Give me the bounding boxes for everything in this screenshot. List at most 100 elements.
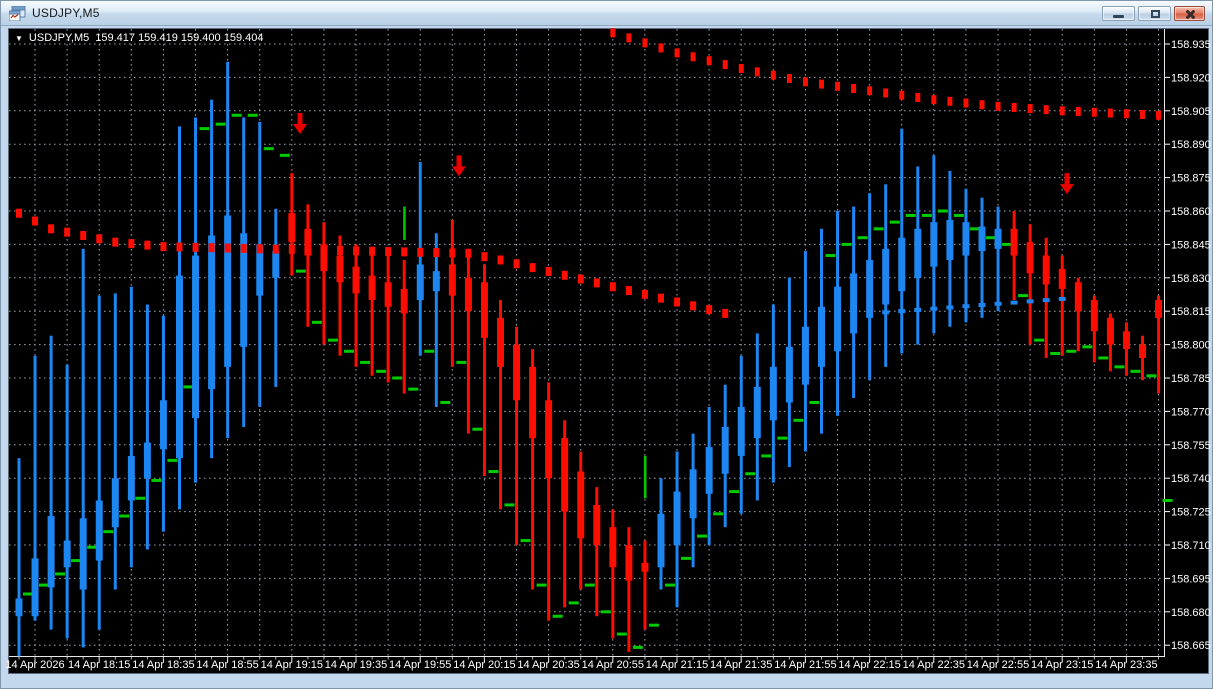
time-axis-label: 14 Apr 18:15	[68, 659, 130, 671]
upper-stop-line-dot	[642, 38, 647, 47]
time-axis-label: 14 Apr 19:35	[325, 659, 387, 671]
upper-stop-line-dot	[915, 93, 920, 102]
mid-stop-line-dot	[385, 247, 391, 256]
candle-wick-bull	[997, 207, 1000, 312]
upper-stop-line-dot	[803, 77, 808, 86]
candle-body-bull	[722, 427, 729, 474]
candle-body-bull	[786, 347, 793, 403]
step-indicator-mark	[39, 584, 49, 587]
candle-body-bear	[593, 505, 600, 545]
step-indicator-mark	[1098, 356, 1108, 359]
upper-stop-line-dot	[771, 71, 776, 80]
upper-stop-line-dot	[707, 56, 712, 65]
candle-body-bear	[1139, 345, 1146, 358]
lower-support-line-dot	[914, 308, 921, 312]
candle-wick-bull	[419, 162, 422, 356]
mid-stop-line-dot	[433, 248, 439, 257]
upper-stop-line-dot	[947, 97, 952, 106]
time-axis-label: 14 Apr 2026	[5, 659, 64, 671]
mid-stop-line-dot	[128, 239, 134, 248]
step-indicator-mark	[697, 535, 707, 538]
candle-body-bull	[224, 215, 231, 366]
mid-stop-line-dot	[289, 245, 295, 254]
time-axis-label: 14 Apr 22:15	[838, 659, 900, 671]
candle-wick-bear	[355, 244, 358, 366]
candle-body-bull	[64, 541, 71, 568]
lower-support-line-dot	[979, 303, 986, 307]
step-indicator-mark	[328, 339, 338, 342]
candle-wick-bull	[114, 293, 117, 589]
candle-wick-bull	[964, 189, 967, 323]
lower-support-line-dot	[995, 302, 1002, 306]
step-indicator-mark	[537, 584, 547, 587]
step-indicator-mark	[1018, 294, 1028, 297]
mid-stop-line-dot	[530, 263, 536, 272]
candle-body-bear	[1123, 331, 1130, 349]
step-indicator-mark	[424, 350, 434, 353]
candle-body-bear	[1155, 300, 1162, 318]
candle-body-bull	[272, 251, 279, 278]
info-ohlc-values: 159.417 159.419 159.400 159.404	[95, 32, 263, 44]
mid-stop-line-dot	[465, 249, 471, 258]
candle-body-bear	[369, 276, 376, 300]
candle-body-bear	[545, 400, 552, 478]
upper-stop-line-dot	[1092, 108, 1097, 117]
upper-stop-line-dot	[883, 88, 888, 97]
time-axis-label: 14 Apr 19:15	[261, 659, 323, 671]
price-axis-label: 158.920	[1171, 72, 1211, 84]
mid-stop-line-dot	[48, 224, 54, 233]
lower-support-line-dot	[1011, 301, 1018, 305]
step-indicator-mark	[874, 227, 884, 230]
lower-support-line-dot	[930, 307, 937, 311]
chart-canvas[interactable]: ▼ USDJPY,M5 159.417 159.419 159.400 159.…	[8, 28, 1209, 674]
upper-stop-line-dot	[899, 91, 904, 100]
time-axis-label: 14 Apr 18:55	[196, 659, 258, 671]
candle-body-bear	[465, 278, 472, 311]
candle-body-bull	[834, 287, 841, 352]
candle-body-bull	[979, 227, 986, 251]
price-axis-label: 158.680	[1171, 607, 1211, 619]
candle-body-bull	[112, 478, 119, 527]
mid-stop-line-dot	[321, 246, 327, 255]
mid-stop-line-dot	[32, 217, 38, 226]
step-indicator-mark	[296, 270, 306, 273]
sell-signal-arrow-icon	[1060, 173, 1074, 194]
time-axis-label: 14 Apr 20:15	[453, 659, 515, 671]
mid-stop-line-dot	[417, 248, 423, 257]
step-indicator-mark	[456, 361, 466, 364]
mid-stop-line-dot	[112, 238, 118, 247]
candle-wick-bull	[18, 458, 21, 656]
step-indicator-mark	[264, 147, 274, 150]
step-indicator-mark	[1163, 499, 1173, 502]
step-indicator-mark	[167, 459, 177, 462]
time-axis-label: 14 Apr 23:35	[1095, 659, 1157, 671]
candle-body-bear	[1107, 318, 1114, 345]
step-indicator-mark	[232, 114, 242, 117]
step-indicator-mark	[1002, 243, 1012, 246]
candle-body-bull	[738, 407, 745, 456]
candle-wick-bull	[146, 305, 149, 550]
candle-body-bull	[176, 276, 183, 459]
upper-stop-line-dot	[610, 28, 615, 37]
mid-stop-line-dot	[690, 301, 696, 310]
step-indicator-mark	[665, 584, 675, 587]
mid-stop-line-dot	[209, 243, 215, 252]
step-indicator-mark	[922, 214, 932, 217]
candle-body-bull	[898, 238, 905, 291]
upper-stop-line-dot	[1124, 109, 1129, 118]
candle-body-bull	[946, 220, 953, 260]
upper-stop-line-dot	[739, 64, 744, 73]
candle-body-bear	[625, 545, 632, 581]
price-axis-label: 158.665	[1171, 640, 1211, 652]
candle-body-bull	[802, 327, 809, 385]
step-indicator-mark	[553, 615, 563, 618]
candle-wick-bear	[387, 256, 390, 383]
candle-body-bull	[16, 598, 23, 616]
collapse-triangle-icon[interactable]: ▼	[15, 35, 23, 43]
candle-body-bull	[995, 229, 1002, 249]
step-indicator-mark	[505, 503, 515, 506]
time-axis-label: 14 Apr 20:35	[517, 659, 579, 671]
step-indicator-mark	[1114, 365, 1124, 368]
candle-body-bear	[513, 345, 520, 401]
price-axis-label: 158.905	[1171, 106, 1211, 118]
